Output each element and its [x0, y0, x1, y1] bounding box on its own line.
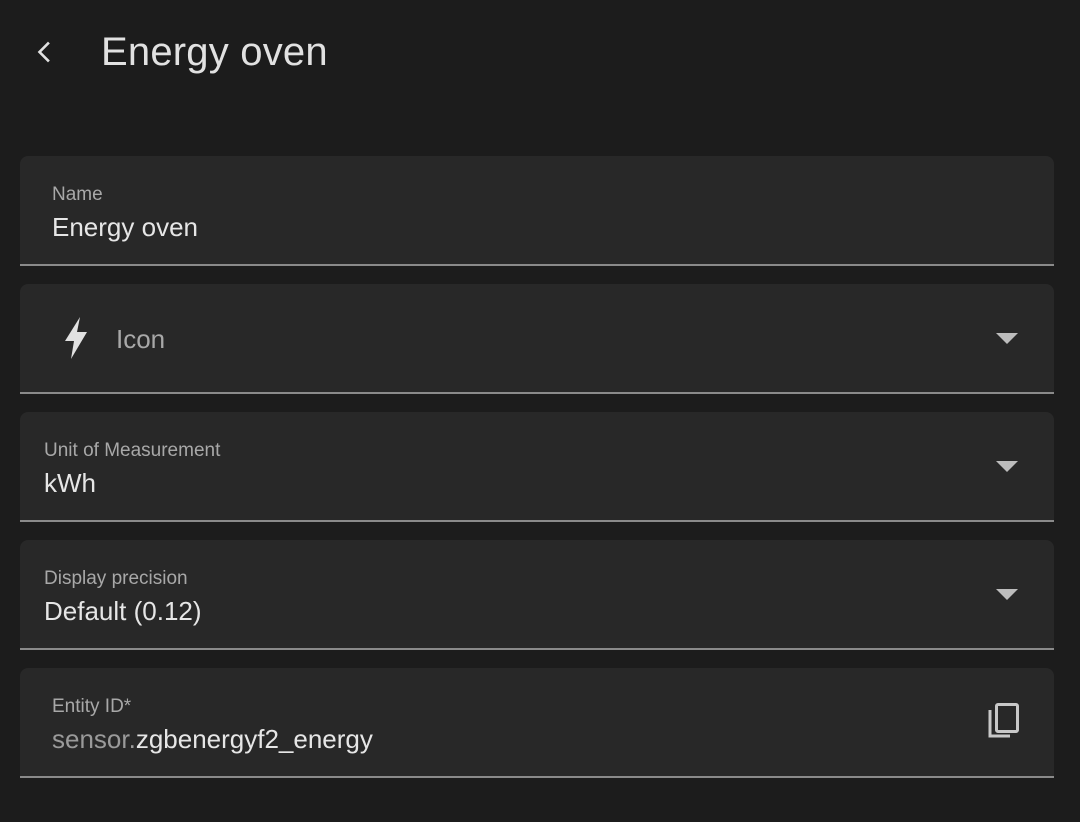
- entity-id-object: zgbenergyf2_energy: [135, 724, 373, 754]
- display-precision-select[interactable]: Display precision Default (0.12): [20, 540, 1054, 650]
- copy-icon: [988, 703, 1019, 738]
- entity-id-value[interactable]: sensor.zgbenergyf2_energy: [52, 723, 373, 755]
- precision-label: Display precision: [44, 568, 188, 589]
- entity-id-domain-prefix: sensor.: [52, 724, 136, 754]
- icon-picker[interactable]: Icon: [20, 284, 1054, 394]
- unit-of-measurement-select[interactable]: Unit of Measurement kWh: [20, 412, 1054, 522]
- back-button[interactable]: [20, 28, 68, 76]
- name-label: Name: [52, 184, 103, 205]
- name-field[interactable]: Name Energy oven: [20, 156, 1054, 266]
- precision-value: Default (0.12): [44, 596, 202, 626]
- name-value[interactable]: Energy oven: [52, 211, 198, 243]
- chevron-left-icon: [37, 41, 50, 63]
- page-header: Energy oven: [0, 0, 1080, 105]
- entity-id-label: Entity ID*: [52, 696, 132, 717]
- unit-value: kWh: [44, 468, 96, 498]
- copy-button[interactable]: [982, 700, 1026, 744]
- lightning-bolt-icon: [60, 316, 92, 360]
- chevron-down-icon[interactable]: [996, 589, 1018, 600]
- page-title: Energy oven: [101, 30, 328, 74]
- icon-label: Icon: [116, 324, 166, 354]
- chevron-down-icon[interactable]: [996, 333, 1018, 344]
- unit-label: Unit of Measurement: [44, 440, 221, 461]
- chevron-down-icon[interactable]: [996, 461, 1018, 472]
- entity-id-field[interactable]: Entity ID* sensor.zgbenergyf2_energy: [20, 668, 1054, 778]
- entity-settings-page: Energy oven Name Energy oven Icon Unit o…: [0, 0, 1080, 822]
